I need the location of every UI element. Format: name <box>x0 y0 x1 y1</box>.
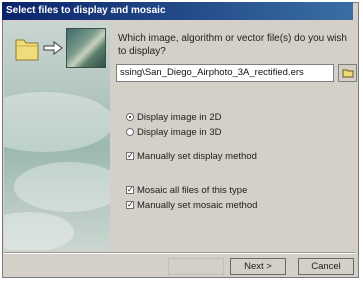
manual-mosaic-option[interactable]: ✓ Manually set mosaic method <box>126 199 257 211</box>
browse-button[interactable] <box>338 64 357 82</box>
button-separator <box>4 252 355 254</box>
title-bar: Select files to display and mosaic <box>2 2 353 20</box>
display-3d-label: Display image in 3D <box>137 126 222 138</box>
display-3d-option[interactable]: Display image in 3D <box>126 126 221 138</box>
manual-mosaic-label: Manually set mosaic method <box>137 199 258 211</box>
display-2d-option[interactable]: Display image in 2D <box>126 111 221 123</box>
window-title: Select files to display and mosaic <box>6 5 166 16</box>
display-2d-label: Display image in 2D <box>137 111 222 123</box>
cancel-button[interactable]: Cancel <box>298 258 354 275</box>
arrow-right-icon <box>43 41 63 55</box>
manual-display-option[interactable]: ✓ Manually set display method <box>126 150 257 162</box>
browse-icon <box>342 69 353 78</box>
back-button <box>168 258 224 275</box>
display-3d-radio[interactable] <box>126 128 134 136</box>
folder-icon <box>15 39 39 61</box>
manual-display-label: Manually set display method <box>137 150 257 162</box>
mosaic-all-option[interactable]: ✓ Mosaic all files of this type <box>126 184 247 196</box>
prompt-text: Which image, algorithm or vector file(s)… <box>118 33 347 57</box>
wizard-side-image <box>4 22 110 250</box>
manual-display-checkbox[interactable]: ✓ <box>126 152 134 160</box>
mosaic-all-checkbox[interactable]: ✓ <box>126 186 134 194</box>
file-path-input[interactable]: ssing\San_Diego_Airphoto_3A_rectified.er… <box>116 64 334 82</box>
mosaic-image-icon <box>66 28 106 68</box>
manual-mosaic-checkbox[interactable]: ✓ <box>126 201 134 209</box>
next-button[interactable]: Next > <box>230 258 286 275</box>
display-2d-radio[interactable] <box>126 113 134 121</box>
mosaic-all-label: Mosaic all files of this type <box>137 184 248 196</box>
